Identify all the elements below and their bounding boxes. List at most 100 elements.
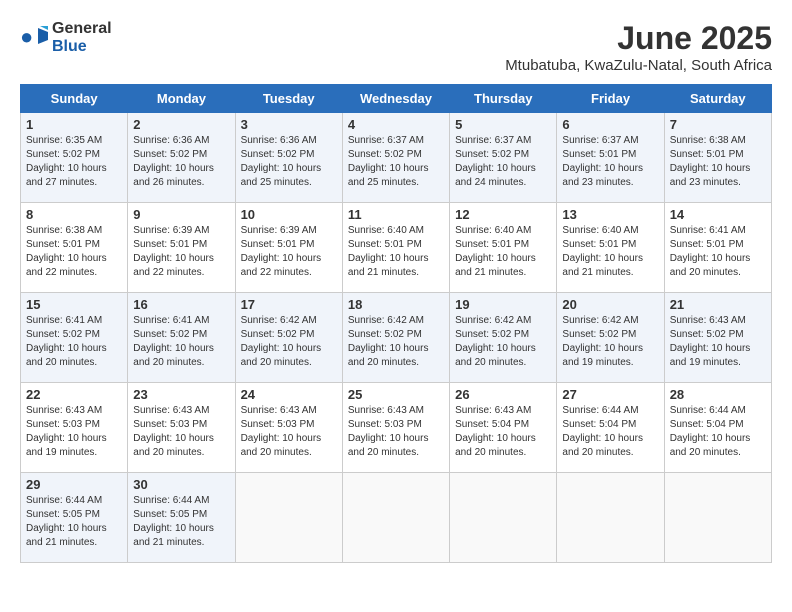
calendar-day-header: Tuesday xyxy=(235,85,342,113)
day-content: Sunrise: 6:44 AM Sunset: 5:05 PM Dayligh… xyxy=(133,494,229,550)
day-number: 18 xyxy=(348,297,444,312)
day-content: Sunrise: 6:42 AM Sunset: 5:02 PM Dayligh… xyxy=(241,314,337,370)
calendar-cell: 27 Sunrise: 6:44 AM Sunset: 5:04 PM Dayli… xyxy=(557,383,664,473)
calendar-week-row: 1Sunrise: 6:35 AM Sunset: 5:02 PM Daylig… xyxy=(21,113,772,203)
day-content: Sunrise: 6:36 AM Sunset: 5:02 PM Dayligh… xyxy=(241,134,337,190)
calendar-cell: 20Sunrise: 6:42 AM Sunset: 5:02 PM Dayli… xyxy=(557,293,664,383)
calendar-cell: 13Sunrise: 6:40 AM Sunset: 5:01 PM Dayli… xyxy=(557,203,664,293)
day-number: 16 xyxy=(133,297,229,312)
calendar-cell: 16Sunrise: 6:41 AM Sunset: 5:02 PM Dayli… xyxy=(128,293,235,383)
title-block: June 2025 Mtubatuba, KwaZulu-Natal, Sout… xyxy=(505,20,772,74)
calendar-day-header: Wednesday xyxy=(342,85,449,113)
day-content: Sunrise: 6:42 AM Sunset: 5:02 PM Dayligh… xyxy=(455,314,551,370)
day-number: 15 xyxy=(26,297,122,312)
day-number: 24 xyxy=(241,387,337,402)
calendar-week-row: 8Sunrise: 6:38 AM Sunset: 5:01 PM Daylig… xyxy=(21,203,772,293)
calendar-cell: 3 Sunrise: 6:36 AM Sunset: 5:02 PM Daylig… xyxy=(235,113,342,203)
calendar-cell: 29 Sunrise: 6:44 AM Sunset: 5:05 PM Dayli… xyxy=(21,473,128,563)
day-number: 27 xyxy=(562,387,658,402)
logo-icon: ● xyxy=(20,24,48,52)
calendar-day-header: Friday xyxy=(557,85,664,113)
calendar-cell: 11 Sunrise: 6:40 AM Sunset: 5:01 PM Dayli… xyxy=(342,203,449,293)
day-number: 5 xyxy=(455,117,551,132)
subtitle: Mtubatuba, KwaZulu-Natal, South Africa xyxy=(505,57,772,74)
day-content: Sunrise: 6:37 AM Sunset: 5:01 PM Dayligh… xyxy=(562,134,658,190)
calendar-cell: 15 Sunrise: 6:41 AM Sunset: 5:02 PM Dayli… xyxy=(21,293,128,383)
calendar-cell: 19 Sunrise: 6:42 AM Sunset: 5:02 PM Dayli… xyxy=(450,293,557,383)
day-number: 21 xyxy=(670,297,766,312)
day-content: Sunrise: 6:37 AM Sunset: 5:02 PM Dayligh… xyxy=(348,134,444,190)
day-number: 6 xyxy=(562,117,658,132)
calendar-table: SundayMondayTuesdayWednesdayThursdayFrid… xyxy=(20,84,772,563)
calendar-cell: 7 Sunrise: 6:38 AM Sunset: 5:01 PM Daylig… xyxy=(664,113,771,203)
day-number: 4 xyxy=(348,117,444,132)
day-content: Sunrise: 6:39 AM Sunset: 5:01 PM Dayligh… xyxy=(241,224,337,280)
day-content: Sunrise: 6:40 AM Sunset: 5:01 PM Dayligh… xyxy=(348,224,444,280)
day-content: Sunrise: 6:44 AM Sunset: 5:05 PM Dayligh… xyxy=(26,494,122,550)
day-content: Sunrise: 6:39 AM Sunset: 5:01 PM Dayligh… xyxy=(133,224,229,280)
day-content: Sunrise: 6:40 AM Sunset: 5:01 PM Dayligh… xyxy=(562,224,658,280)
day-number: 2 xyxy=(133,117,229,132)
calendar-cell: 14Sunrise: 6:41 AM Sunset: 5:01 PM Dayli… xyxy=(664,203,771,293)
calendar-cell: 25Sunrise: 6:43 AM Sunset: 5:03 PM Dayli… xyxy=(342,383,449,473)
calendar-cell: 22Sunrise: 6:43 AM Sunset: 5:03 PM Dayli… xyxy=(21,383,128,473)
day-number: 20 xyxy=(562,297,658,312)
calendar-day-header: Sunday xyxy=(21,85,128,113)
calendar-cell: 21 Sunrise: 6:43 AM Sunset: 5:02 PM Dayli… xyxy=(664,293,771,383)
day-number: 23 xyxy=(133,387,229,402)
day-content: Sunrise: 6:41 AM Sunset: 5:02 PM Dayligh… xyxy=(26,314,122,370)
calendar-cell: 4 Sunrise: 6:37 AM Sunset: 5:02 PM Daylig… xyxy=(342,113,449,203)
day-content: Sunrise: 6:38 AM Sunset: 5:01 PM Dayligh… xyxy=(670,134,766,190)
calendar-cell xyxy=(557,473,664,563)
calendar-cell xyxy=(450,473,557,563)
day-content: Sunrise: 6:43 AM Sunset: 5:03 PM Dayligh… xyxy=(133,404,229,460)
calendar-cell: 8Sunrise: 6:38 AM Sunset: 5:01 PM Daylig… xyxy=(21,203,128,293)
calendar-cell: 24 Sunrise: 6:43 AM Sunset: 5:03 PM Dayli… xyxy=(235,383,342,473)
calendar-cell: 23 Sunrise: 6:43 AM Sunset: 5:03 PM Dayli… xyxy=(128,383,235,473)
day-number: 9 xyxy=(133,207,229,222)
day-number: 17 xyxy=(241,297,337,312)
day-number: 12 xyxy=(455,207,551,222)
svg-text:●: ● xyxy=(20,24,33,49)
day-number: 30 xyxy=(133,477,229,492)
calendar-cell xyxy=(664,473,771,563)
calendar-cell: 28 Sunrise: 6:44 AM Sunset: 5:04 PM Dayli… xyxy=(664,383,771,473)
logo-text: General Blue xyxy=(52,20,112,55)
calendar-week-row: 15 Sunrise: 6:41 AM Sunset: 5:02 PM Dayli… xyxy=(21,293,772,383)
calendar-cell: 5 Sunrise: 6:37 AM Sunset: 5:02 PM Daylig… xyxy=(450,113,557,203)
calendar-cell: 26Sunrise: 6:43 AM Sunset: 5:04 PM Dayli… xyxy=(450,383,557,473)
day-content: Sunrise: 6:44 AM Sunset: 5:04 PM Dayligh… xyxy=(670,404,766,460)
day-content: Sunrise: 6:44 AM Sunset: 5:04 PM Dayligh… xyxy=(562,404,658,460)
calendar-cell: 10Sunrise: 6:39 AM Sunset: 5:01 PM Dayli… xyxy=(235,203,342,293)
day-content: Sunrise: 6:36 AM Sunset: 5:02 PM Dayligh… xyxy=(133,134,229,190)
day-number: 3 xyxy=(241,117,337,132)
calendar-week-row: 22Sunrise: 6:43 AM Sunset: 5:03 PM Dayli… xyxy=(21,383,772,473)
day-content: Sunrise: 6:42 AM Sunset: 5:02 PM Dayligh… xyxy=(348,314,444,370)
day-number: 28 xyxy=(670,387,766,402)
calendar-day-header: Thursday xyxy=(450,85,557,113)
calendar-cell: 6 Sunrise: 6:37 AM Sunset: 5:01 PM Daylig… xyxy=(557,113,664,203)
day-number: 25 xyxy=(348,387,444,402)
day-content: Sunrise: 6:37 AM Sunset: 5:02 PM Dayligh… xyxy=(455,134,551,190)
calendar-header-row: SundayMondayTuesdayWednesdayThursdayFrid… xyxy=(21,85,772,113)
day-content: Sunrise: 6:43 AM Sunset: 5:02 PM Dayligh… xyxy=(670,314,766,370)
day-number: 11 xyxy=(348,207,444,222)
day-number: 8 xyxy=(26,207,122,222)
calendar-cell: 1Sunrise: 6:35 AM Sunset: 5:02 PM Daylig… xyxy=(21,113,128,203)
logo-blue: Blue xyxy=(52,38,87,55)
calendar-cell xyxy=(235,473,342,563)
calendar-cell: 30 Sunrise: 6:44 AM Sunset: 5:05 PM Dayli… xyxy=(128,473,235,563)
calendar-day-header: Monday xyxy=(128,85,235,113)
calendar-cell: 12Sunrise: 6:40 AM Sunset: 5:01 PM Dayli… xyxy=(450,203,557,293)
day-content: Sunrise: 6:43 AM Sunset: 5:03 PM Dayligh… xyxy=(26,404,122,460)
day-number: 7 xyxy=(670,117,766,132)
day-content: Sunrise: 6:43 AM Sunset: 5:03 PM Dayligh… xyxy=(241,404,337,460)
calendar-cell: 2 Sunrise: 6:36 AM Sunset: 5:02 PM Daylig… xyxy=(128,113,235,203)
calendar-cell xyxy=(342,473,449,563)
calendar-cell: 17 Sunrise: 6:42 AM Sunset: 5:02 PM Dayli… xyxy=(235,293,342,383)
day-number: 29 xyxy=(26,477,122,492)
day-number: 19 xyxy=(455,297,551,312)
page-header: ● General Blue June 2025 Mtubatuba, KwaZ… xyxy=(20,20,772,74)
day-content: Sunrise: 6:41 AM Sunset: 5:01 PM Dayligh… xyxy=(670,224,766,280)
logo-general: General xyxy=(52,20,112,37)
